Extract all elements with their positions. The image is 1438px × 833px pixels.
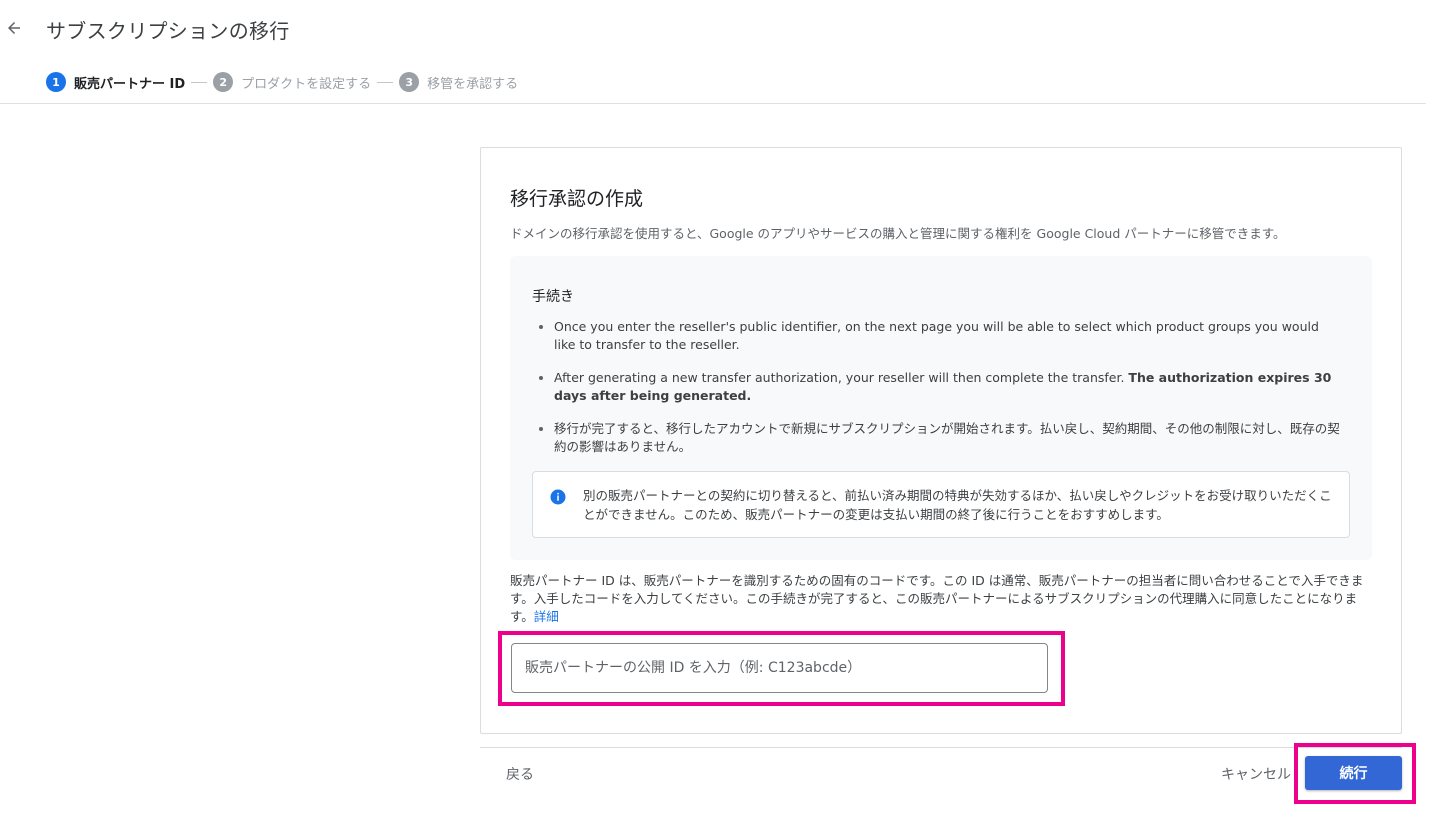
reseller-id-input[interactable] [511, 643, 1048, 693]
step-label: プロダクトを設定する [241, 76, 372, 92]
procedure-list: Once you enter the reseller's public ide… [532, 318, 1342, 471]
list-item-text: After generating a new transfer authoriz… [554, 370, 1129, 385]
button-highlight-frame: 続行 [1294, 743, 1416, 804]
input-highlight-frame [498, 631, 1065, 706]
step-separator [377, 81, 394, 83]
back-button[interactable]: 戻る [506, 764, 534, 784]
card-title: 移行承認の作成 [510, 188, 644, 210]
step-approve-transfer: 3 移管を承認する [399, 72, 518, 92]
card-description: ドメインの移行承認を使用すると、Google のアプリやサービスの購入と管理に関… [510, 226, 1286, 241]
step-number: 1 [46, 72, 66, 92]
transfer-authorization-card: 移行承認の作成 ドメインの移行承認を使用すると、Google のアプリやサービス… [480, 147, 1402, 734]
reseller-id-description: 販売パートナー ID は、販売パートナーを識別するための固有のコードです。この … [510, 572, 1372, 626]
step-separator [191, 81, 208, 83]
procedure-box: 手続き Once you enter the reseller's public… [510, 256, 1372, 560]
top-bar: サブスクリプションの移行 1 販売パートナー ID 2 プロダクトを設定する 3… [0, 0, 1438, 92]
continue-button[interactable]: 続行 [1305, 756, 1402, 790]
list-item: 移行が完了すると、移行したアカウントで新規にサブスクリプションが開始されます。払… [532, 420, 1342, 456]
back-arrow-icon[interactable] [2, 16, 26, 40]
header-divider [0, 103, 1426, 104]
step-number: 2 [213, 72, 234, 92]
learn-more-link[interactable]: 詳細 [534, 609, 559, 624]
page-title: サブスクリプションの移行 [46, 19, 290, 43]
step-reseller-id: 1 販売パートナー ID [46, 72, 185, 92]
list-item: Once you enter the reseller's public ide… [532, 318, 1342, 354]
info-text: 別の販売パートナーとの契約に切り替えると、前払い済み期間の特典が失効するほか、払… [583, 488, 1332, 522]
step-configure-products: 2 プロダクトを設定する [213, 72, 371, 92]
step-label: 移管を承認する [427, 76, 519, 92]
info-icon [550, 489, 566, 505]
step-number: 3 [399, 72, 420, 92]
stepper: 1 販売パートナー ID 2 プロダクトを設定する 3 移管を承認する [46, 70, 518, 94]
list-item: After generating a new transfer authoriz… [532, 369, 1342, 405]
step-label: 販売パートナー ID [74, 76, 186, 92]
procedure-title: 手続き [532, 289, 574, 305]
cancel-button[interactable]: キャンセル [1221, 764, 1291, 784]
reseller-description-text: 販売パートナー ID は、販売パートナーを識別するための固有のコードです。この … [510, 573, 1364, 624]
footer-divider [480, 747, 1402, 748]
info-notice: 別の販売パートナーとの契約に切り替えると、前払い済み期間の特典が失効するほか、払… [532, 471, 1350, 538]
